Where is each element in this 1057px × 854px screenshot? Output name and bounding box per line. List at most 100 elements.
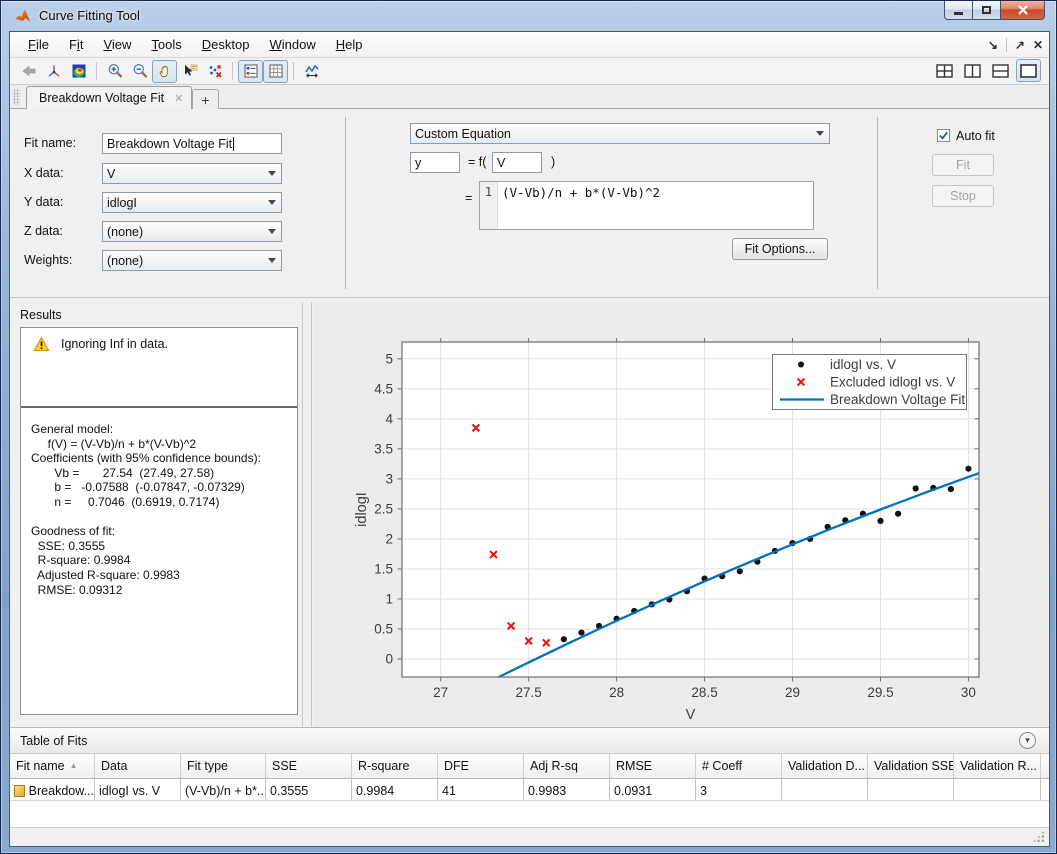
layout-single-button[interactable]: [1016, 59, 1041, 82]
table-cell-0[interactable]: Breakdow...: [10, 779, 95, 800]
legend-toggle-button[interactable]: [238, 60, 263, 83]
fit-name-input[interactable]: Breakdown Voltage Fit: [102, 133, 282, 154]
window-title: Curve Fitting Tool: [39, 8, 140, 23]
table-cell-4[interactable]: 0.9984: [352, 779, 438, 800]
close-button[interactable]: [1000, 1, 1045, 20]
column-header-fit-name[interactable]: Fit name▲: [10, 754, 95, 778]
equation-editor[interactable]: 1 (V-Vb)/n + b*(V-Vb)^2: [479, 181, 814, 230]
table-cell-6[interactable]: 0.9983: [524, 779, 610, 800]
table-of-fits-title: Table of Fits: [20, 734, 87, 748]
resize-grip[interactable]: [1032, 830, 1045, 843]
menu-window[interactable]: Window: [259, 33, 325, 56]
column-header-validation-r-[interactable]: Validation R...: [954, 754, 1041, 778]
fit-button[interactable]: Fit: [932, 154, 994, 176]
layout-columns-button[interactable]: [960, 59, 985, 82]
maximize-button[interactable]: [973, 1, 1000, 20]
weights-select[interactable]: (none): [102, 250, 282, 271]
new-tab-button[interactable]: +: [192, 89, 219, 109]
undock-icon[interactable]: ↗: [1015, 38, 1025, 52]
independent-variable-input[interactable]: V: [492, 152, 542, 173]
svg-text:29.5: 29.5: [867, 685, 893, 700]
vertical-splitter[interactable]: [302, 302, 312, 727]
pan-button[interactable]: [152, 60, 177, 83]
data-point-marker: [895, 511, 901, 517]
axes-limits-icon: [304, 63, 320, 79]
menu-view[interactable]: View: [93, 33, 141, 56]
column-header-adj-r-sq[interactable]: Adj R-sq: [524, 754, 610, 778]
layout-rows-button[interactable]: [988, 59, 1013, 82]
column-header-validation-d-[interactable]: Validation D...: [782, 754, 868, 778]
dependent-variable-input[interactable]: y: [410, 152, 460, 173]
menu-desktop[interactable]: Desktop: [192, 33, 260, 56]
results-title: Results: [20, 308, 62, 322]
menu-file[interactable]: File: [18, 33, 59, 56]
auto-fit-checkbox[interactable]: [937, 129, 950, 142]
column-header-dfe[interactable]: DFE: [438, 754, 524, 778]
plus-icon: +: [201, 92, 209, 108]
menubar-close-icon[interactable]: ✕: [1033, 38, 1043, 52]
x-data-select[interactable]: V: [102, 163, 282, 184]
rotate-3d-icon: [46, 63, 62, 79]
svg-text:4: 4: [385, 411, 393, 426]
layout-grid-button[interactable]: [932, 59, 957, 82]
titlebar[interactable]: Curve Fitting Tool: [1, 1, 1056, 31]
tab-close-icon[interactable]: ✕: [174, 92, 183, 105]
minimize-icon: [954, 12, 963, 15]
datatip-button[interactable]: [177, 60, 202, 83]
svg-text:28: 28: [609, 685, 624, 700]
svg-text:1: 1: [385, 591, 393, 606]
rotate-3d-button[interactable]: [41, 60, 66, 83]
tab-label: Breakdown Voltage Fit: [39, 91, 164, 105]
minimize-button[interactable]: [944, 1, 973, 20]
z-data-value: (none): [107, 225, 143, 239]
menu-help[interactable]: Help: [326, 33, 373, 56]
fit-plot[interactable]: 2727.52828.52929.53000.511.522.533.544.5…: [314, 302, 1047, 727]
tab-breakdown-voltage-fit[interactable]: Breakdown Voltage Fit ✕: [26, 86, 192, 109]
equation-text[interactable]: (V-Vb)/n + b*(V-Vb)^2: [498, 182, 813, 229]
contour-plot-button[interactable]: [66, 60, 91, 83]
dock-icon[interactable]: ↘: [988, 38, 998, 52]
table-cell-10[interactable]: [868, 779, 954, 800]
column-header--coeff[interactable]: # Coeff: [696, 754, 782, 778]
column-header-r-square[interactable]: R-square: [352, 754, 438, 778]
table-cell-9[interactable]: [782, 779, 868, 800]
collapse-panel-button[interactable]: ▾: [1019, 732, 1036, 749]
table-cell-1[interactable]: idlogI vs. V: [95, 779, 181, 800]
chevron-down-icon: [268, 229, 276, 234]
table-row[interactable]: Breakdow...idlogI vs. V(V-Vb)/n + b*...0…: [10, 779, 1049, 801]
zoom-in-button[interactable]: [102, 60, 127, 83]
data-point-marker: [965, 466, 971, 472]
exclude-outliers-button[interactable]: [202, 60, 227, 83]
arrow-tool-button[interactable]: [16, 60, 41, 83]
table-cell-3[interactable]: 0.3555: [266, 779, 352, 800]
table-cell-7[interactable]: 0.0931: [610, 779, 696, 800]
zoom-out-button[interactable]: [127, 60, 152, 83]
table-cell-8[interactable]: 3: [696, 779, 782, 800]
table-cell-2[interactable]: (V-Vb)/n + b*...: [181, 779, 266, 800]
fit-options-button[interactable]: Fit Options...: [732, 238, 828, 260]
data-point-marker: [737, 568, 743, 574]
adjust-axes-limits-button[interactable]: [299, 60, 324, 83]
menu-fit[interactable]: Fit: [59, 33, 93, 56]
weights-label: Weights:: [24, 253, 106, 267]
plot-legend[interactable]: idlogI vs. VExcluded idlogI vs. VBreakdo…: [773, 355, 967, 410]
column-header-rmse[interactable]: RMSE: [610, 754, 696, 778]
menu-tools[interactable]: Tools: [141, 33, 191, 56]
table-cell-5[interactable]: 41: [438, 779, 524, 800]
cell-text: 3: [700, 784, 707, 798]
stop-button[interactable]: Stop: [932, 185, 994, 207]
z-data-select[interactable]: (none): [102, 221, 282, 242]
grid-toggle-button[interactable]: [263, 60, 288, 83]
data-point-marker: [877, 518, 883, 524]
column-header-data[interactable]: Data: [95, 754, 181, 778]
tabbar-grip[interactable]: [13, 89, 20, 105]
column-header-sse[interactable]: SSE: [266, 754, 352, 778]
column-header-fit-type[interactable]: Fit type: [181, 754, 266, 778]
column-header-validation-sse[interactable]: Validation SSE: [868, 754, 954, 778]
y-data-select[interactable]: idlogI: [102, 192, 282, 213]
table-cell-11[interactable]: [954, 779, 1041, 800]
results-warning-section: Ignoring Inf in data.: [21, 328, 297, 408]
fit-type-select[interactable]: Custom Equation: [410, 123, 830, 144]
equals-label: =: [465, 191, 475, 205]
fit-color-swatch-icon: [14, 785, 25, 797]
